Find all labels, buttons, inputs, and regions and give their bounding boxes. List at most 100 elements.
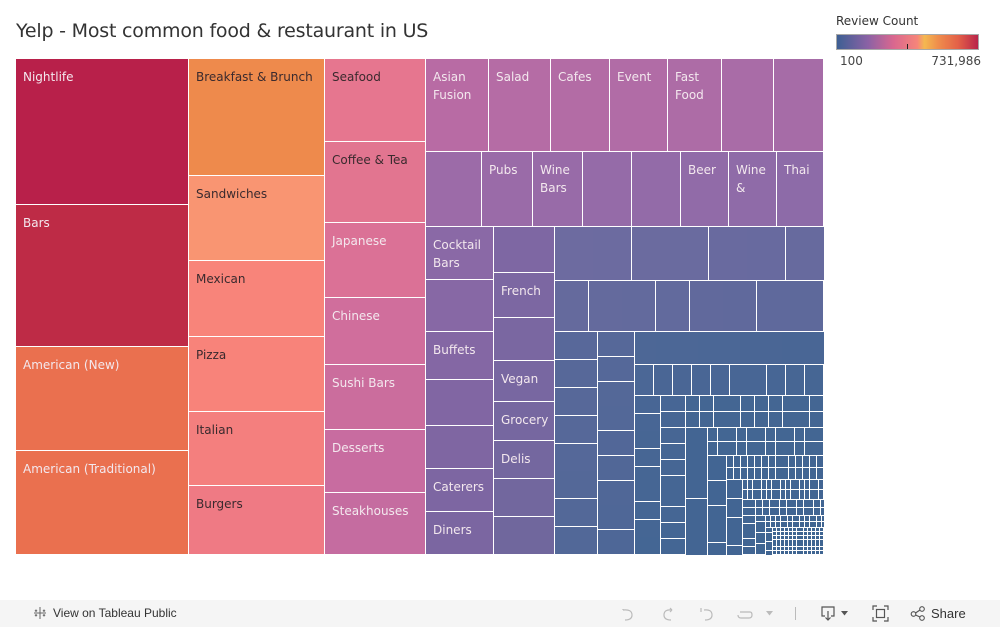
- treemap-tile[interactable]: [755, 396, 769, 412]
- treemap-tile[interactable]: [686, 396, 700, 412]
- treemap-tile[interactable]: [654, 365, 673, 396]
- treemap-tile[interactable]: [730, 365, 749, 396]
- treemap-tile[interactable]: [686, 470, 708, 485]
- treemap-tile[interactable]: [719, 332, 741, 365]
- treemap-tile[interactable]: [661, 539, 686, 555]
- treemap-tile[interactable]: [782, 468, 789, 480]
- treemap-tile[interactable]: [817, 456, 824, 468]
- download-button[interactable]: [820, 605, 849, 622]
- treemap-tile[interactable]: [803, 332, 825, 365]
- treemap-tile[interactable]: [555, 444, 598, 472]
- treemap-tile[interactable]: [769, 396, 783, 412]
- treemap-tile[interactable]: [555, 332, 598, 360]
- treemap-tile[interactable]: [748, 365, 767, 396]
- treemap-tile[interactable]: [555, 416, 598, 444]
- treemap-tile[interactable]: [635, 502, 661, 520]
- treemap-tile[interactable]: [743, 531, 756, 539]
- treemap-tile[interactable]: [789, 468, 796, 480]
- treemap-tile[interactable]: [661, 444, 686, 460]
- treemap-tile[interactable]: [782, 332, 804, 365]
- treemap-tile[interactable]: [673, 365, 692, 396]
- treemap-tile[interactable]: [708, 530, 727, 543]
- treemap-tile[interactable]: [819, 480, 824, 490]
- treemap-tile-delis[interactable]: Delis: [494, 441, 555, 479]
- treemap-tile-thai[interactable]: Thai: [777, 152, 824, 227]
- revert-icon[interactable]: [699, 606, 715, 622]
- treemap-tile[interactable]: [555, 388, 598, 416]
- treemap-tile[interactable]: [741, 468, 748, 480]
- treemap-tile[interactable]: [598, 382, 635, 407]
- treemap-tile[interactable]: [727, 456, 734, 468]
- treemap-tile[interactable]: [743, 547, 756, 555]
- treemap-tile[interactable]: [692, 365, 711, 396]
- treemap-tile[interactable]: [635, 332, 657, 365]
- treemap-tile[interactable]: [755, 412, 769, 428]
- treemap-tile[interactable]: [598, 406, 635, 431]
- treemap-tile[interactable]: [769, 468, 776, 480]
- treemap-tile[interactable]: [790, 281, 824, 332]
- treemap-tile[interactable]: [598, 431, 635, 456]
- treemap-tile[interactable]: [727, 546, 743, 556]
- treemap-tile[interactable]: [741, 412, 755, 428]
- treemap-tile[interactable]: [805, 365, 824, 396]
- treemap-tile[interactable]: [734, 468, 741, 480]
- treemap-tile[interactable]: [426, 426, 494, 469]
- treemap-tile[interactable]: [555, 360, 598, 388]
- treemap-tile[interactable]: [670, 227, 709, 281]
- treemap-tile[interactable]: [810, 468, 817, 480]
- treemap-tile[interactable]: [661, 396, 686, 412]
- treemap-tile[interactable]: [727, 412, 741, 428]
- pause-dropdown-icon[interactable]: [765, 610, 774, 617]
- treemap-tile[interactable]: [661, 491, 686, 507]
- treemap-tile[interactable]: [598, 456, 635, 481]
- treemap-tile-nightlife[interactable]: Nightlife: [16, 59, 189, 205]
- treemap-tile[interactable]: [727, 508, 743, 518]
- treemap-tile[interactable]: [714, 396, 728, 412]
- treemap-tile[interactable]: [741, 456, 748, 468]
- treemap-tile[interactable]: [737, 442, 747, 456]
- treemap-tile-mexican[interactable]: Mexican: [189, 261, 325, 337]
- treemap-tile[interactable]: [774, 59, 824, 152]
- treemap-tile[interactable]: [817, 468, 824, 480]
- treemap-tile[interactable]: [786, 227, 825, 281]
- treemap-tile-bars[interactable]: Bars: [16, 205, 189, 347]
- treemap-tile[interactable]: [761, 332, 783, 365]
- treemap-tile[interactable]: [747, 227, 786, 281]
- treemap-tile[interactable]: [785, 428, 795, 442]
- treemap-tile[interactable]: [814, 442, 824, 456]
- treemap-tile[interactable]: [727, 536, 743, 546]
- treemap-tile[interactable]: [795, 428, 805, 442]
- treemap-tile[interactable]: [769, 456, 776, 468]
- treemap-tile[interactable]: [755, 456, 762, 468]
- treemap-tile[interactable]: [635, 431, 661, 449]
- treemap-tile-asian-fusion[interactable]: Asian Fusion: [426, 59, 489, 152]
- treemap-tile[interactable]: [555, 227, 594, 281]
- treemap-tile[interactable]: [708, 468, 727, 481]
- treemap-tile-burgers[interactable]: Burgers: [189, 486, 325, 555]
- treemap-tile[interactable]: [796, 456, 803, 468]
- treemap-tile-event[interactable]: Event: [610, 59, 668, 152]
- treemap-tile[interactable]: [686, 484, 708, 499]
- treemap-tile[interactable]: [748, 468, 755, 480]
- treemap-tile[interactable]: [803, 456, 810, 468]
- treemap-tile-italian[interactable]: Italian: [189, 412, 325, 486]
- treemap-tile[interactable]: [494, 318, 555, 361]
- treemap-tile[interactable]: [690, 281, 724, 332]
- treemap-tile[interactable]: [767, 365, 786, 396]
- refresh-icon[interactable]: [736, 606, 754, 622]
- treemap-tile[interactable]: [819, 490, 824, 500]
- treemap-tile-buffets[interactable]: Buffets: [426, 332, 494, 380]
- treemap-tile[interactable]: [766, 551, 773, 556]
- treemap-tile-pizza[interactable]: Pizza: [189, 337, 325, 412]
- treemap-tile-cafes[interactable]: Cafes: [551, 59, 610, 152]
- treemap-tile-american-traditional[interactable]: American (Traditional): [16, 451, 189, 555]
- treemap-tile-sandwiches[interactable]: Sandwiches: [189, 176, 325, 261]
- share-button[interactable]: Share: [910, 605, 966, 621]
- undo-icon[interactable]: [620, 606, 636, 622]
- treemap-tile[interactable]: [426, 280, 494, 332]
- treemap-tile[interactable]: [635, 414, 661, 432]
- treemap-tile[interactable]: [426, 380, 494, 426]
- treemap-tile[interactable]: [661, 476, 686, 492]
- treemap-tile[interactable]: [555, 281, 589, 332]
- treemap-tile[interactable]: [635, 520, 661, 538]
